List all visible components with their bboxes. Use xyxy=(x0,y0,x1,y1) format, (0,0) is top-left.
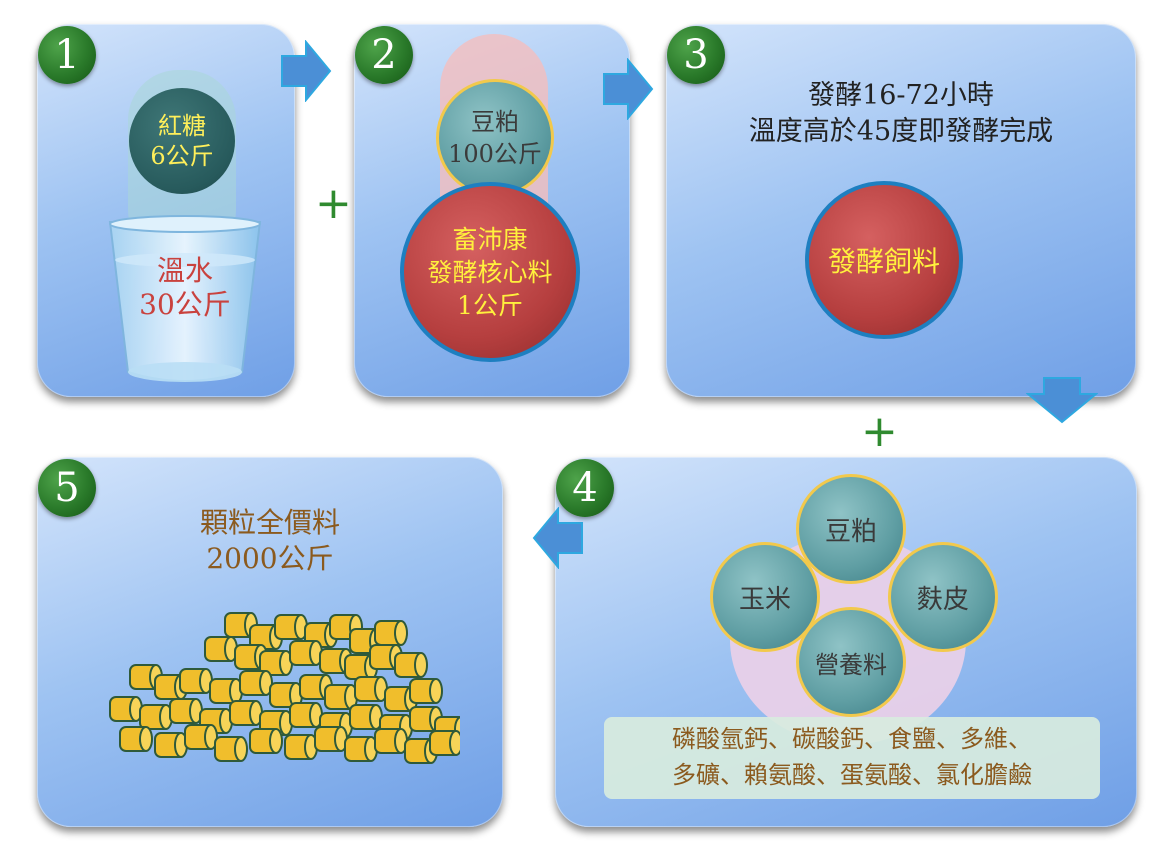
additives-box: 磷酸氫鈣、碳酸鈣、食鹽、多維、 多礦、賴氨酸、蛋氨酸、氯化膽鹼 xyxy=(604,717,1100,799)
core-amount: 1公斤 xyxy=(457,290,523,320)
step-3-description: 發酵16-72小時 溫度高於45度即發酵完成 xyxy=(666,78,1136,150)
core-label: 畜沛康 xyxy=(452,224,528,254)
core-sublabel: 發酵核心料 xyxy=(427,257,553,287)
step-3-badge: 3 xyxy=(667,26,725,84)
sugar-circle: 紅糖 6公斤 xyxy=(129,88,235,194)
pellet xyxy=(289,640,323,666)
pellet xyxy=(284,734,318,760)
plus-sign-1: + xyxy=(315,178,352,229)
arrow-right-icon xyxy=(281,40,332,102)
pellet xyxy=(274,614,308,640)
product-circle: 發酵飼料 xyxy=(805,181,963,339)
arrow-right-icon xyxy=(603,58,654,120)
fermentation-time: 發酵16-72小時 xyxy=(808,80,994,111)
additives-line-1: 磷酸氫鈣、碳酸鈣、食鹽、多維、 xyxy=(672,725,1032,753)
soy-amount: 100公斤 xyxy=(448,140,542,168)
pellet xyxy=(349,704,383,730)
pellet xyxy=(354,676,388,702)
pellet xyxy=(394,652,428,678)
water-amount: 30公斤 xyxy=(139,288,231,321)
soy-label: 豆粕 xyxy=(471,108,519,136)
step-4-badge: 4 xyxy=(556,459,614,517)
pellet xyxy=(184,724,218,750)
result-label: 顆粒全價料 xyxy=(199,506,340,539)
pellets-icon xyxy=(109,612,460,764)
ingredient-nutrient: 營養料 xyxy=(796,607,906,717)
additives-line-2: 多礦、賴氨酸、蛋氨酸、氯化膽鹼 xyxy=(672,761,1032,789)
step-1-badge: 1 xyxy=(38,26,96,84)
pellet xyxy=(239,670,273,696)
ingredient-bran: 麩皮 xyxy=(888,542,998,652)
pellet xyxy=(209,678,243,704)
pellet xyxy=(249,728,283,754)
water-label: 溫水 xyxy=(156,254,213,287)
ingredient-soy-label: 豆粕 xyxy=(824,516,877,547)
pellet xyxy=(344,736,378,762)
result-text: 顆粒全價料 2000公斤 xyxy=(37,505,503,577)
ingredient-nutrient-label: 營養料 xyxy=(815,650,887,679)
arrow-down-icon xyxy=(1026,377,1098,424)
sugar-label: 紅糖 xyxy=(158,112,206,140)
result-amount: 2000公斤 xyxy=(206,542,334,575)
ingredient-corn-label: 玉米 xyxy=(738,584,791,615)
pellet xyxy=(109,696,143,722)
pellet xyxy=(169,698,203,724)
pellet xyxy=(154,732,188,758)
pellet xyxy=(374,620,408,646)
sugar-amount: 6公斤 xyxy=(150,142,214,170)
fermentation-temperature: 溫度高於45度即發酵完成 xyxy=(748,116,1054,147)
ingredient-soy: 豆粕 xyxy=(796,474,906,584)
ingredient-bran-label: 麩皮 xyxy=(916,584,969,615)
soy-circle: 豆粕 100公斤 xyxy=(436,79,554,197)
pellet xyxy=(179,668,213,694)
pellet xyxy=(204,636,238,662)
plus-sign-2: + xyxy=(861,406,898,457)
pellet xyxy=(139,704,173,730)
step-2-badge: 2 xyxy=(355,26,413,84)
pellet xyxy=(429,730,460,756)
arrow-left-icon xyxy=(532,507,583,569)
pellet xyxy=(289,702,323,728)
pellet xyxy=(314,726,348,752)
product-label: 發酵飼料 xyxy=(827,245,940,278)
pellet xyxy=(374,728,408,754)
water-label-block: 溫水 30公斤 xyxy=(120,254,250,322)
step-5-badge: 5 xyxy=(38,459,96,517)
pellet xyxy=(229,700,263,726)
core-circle: 畜沛康 發酵核心料 1公斤 xyxy=(400,182,580,362)
pellet xyxy=(119,726,153,752)
pellet xyxy=(409,678,443,704)
pellet xyxy=(214,736,248,762)
